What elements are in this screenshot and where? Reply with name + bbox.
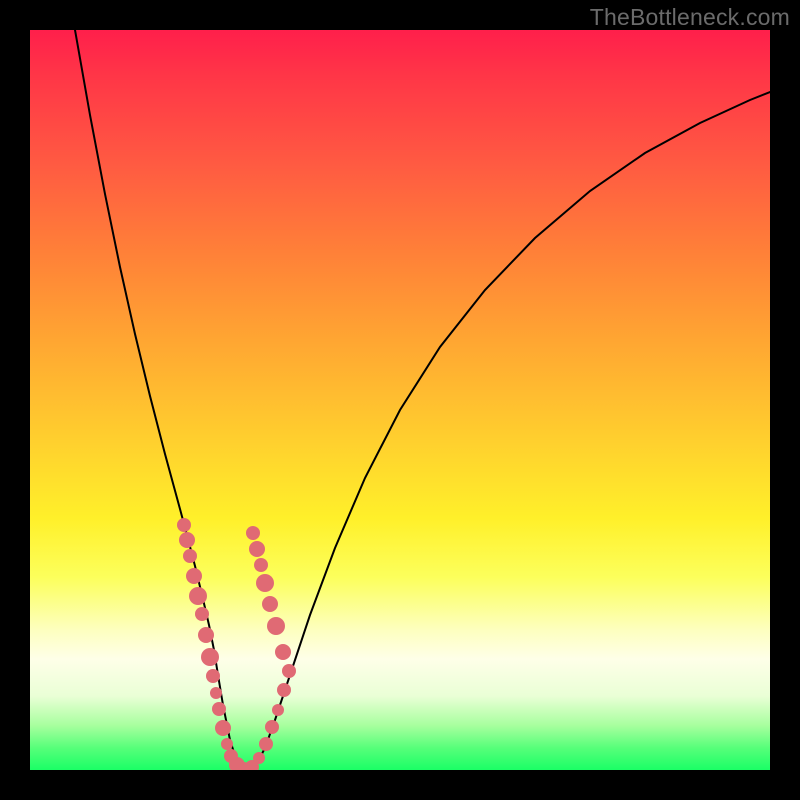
data-point — [265, 720, 279, 734]
data-point — [198, 627, 214, 643]
chart-frame: TheBottleneck.com — [0, 0, 800, 800]
watermark-text: TheBottleneck.com — [590, 4, 790, 31]
plot-area — [30, 30, 770, 770]
data-point — [186, 568, 202, 584]
data-point — [177, 518, 191, 532]
data-point — [189, 587, 207, 605]
data-point — [210, 687, 222, 699]
data-point — [201, 648, 219, 666]
data-point — [253, 752, 265, 764]
data-point — [267, 617, 285, 635]
data-point — [179, 532, 195, 548]
data-point — [215, 720, 231, 736]
chart-svg — [30, 30, 770, 770]
data-point — [259, 737, 273, 751]
data-point — [206, 669, 220, 683]
data-point — [275, 644, 291, 660]
data-point — [221, 738, 233, 750]
data-point — [246, 526, 260, 540]
data-point — [212, 702, 226, 716]
scatter-dots — [177, 518, 296, 770]
data-point — [272, 704, 284, 716]
data-point — [195, 607, 209, 621]
data-point — [183, 549, 197, 563]
data-point — [262, 596, 278, 612]
data-point — [282, 664, 296, 678]
data-point — [254, 558, 268, 572]
data-point — [249, 541, 265, 557]
data-point — [256, 574, 274, 592]
bottleneck-curve — [75, 30, 770, 770]
data-point — [277, 683, 291, 697]
curve-path — [75, 30, 770, 770]
